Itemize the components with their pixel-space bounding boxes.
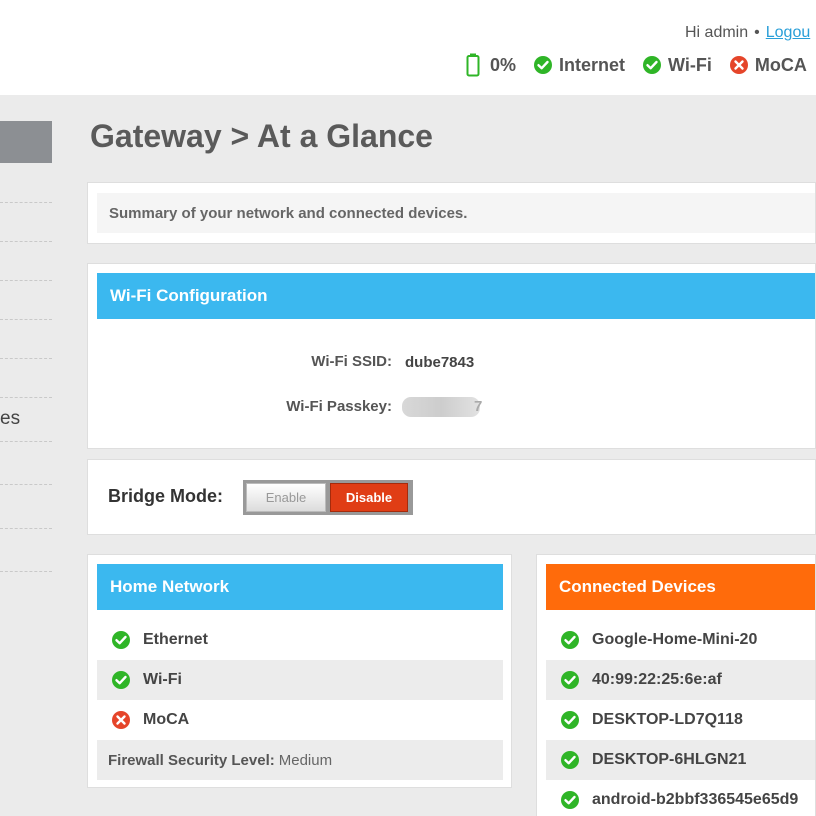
device-row[interactable]: DESKTOP-6HLGN21 [546, 740, 815, 780]
sidebar-divider [0, 484, 52, 485]
wifi-config-panel: Wi-Fi Configuration Wi-Fi SSID: dube7843… [87, 263, 816, 449]
wifi-config-header: Wi-Fi Configuration [97, 273, 815, 319]
list-item: Wi-Fi [97, 660, 503, 700]
check-circle-icon [561, 671, 579, 689]
moca-status: MoCA [729, 55, 807, 76]
passkey-masked-value [402, 397, 480, 417]
list-item: MoCA [97, 700, 503, 740]
sidebar-item-active[interactable] [0, 121, 52, 163]
bridge-mode-label: Bridge Mode: [108, 486, 223, 506]
device-name: DESKTOP-6HLGN21 [592, 751, 747, 768]
battery-level: 0% [490, 54, 517, 75]
separator: • [754, 24, 760, 41]
ssid-value: dube7843 [405, 354, 475, 371]
error-circle-icon [112, 711, 130, 729]
firewall-value: Medium [278, 751, 333, 769]
wifi-label: Wi-Fi [668, 54, 712, 75]
check-circle-icon [643, 56, 662, 74]
error-circle-icon [729, 56, 748, 74]
check-circle-icon [534, 56, 553, 74]
page-title: Gateway > At a Glance [90, 118, 433, 154]
sidebar-divider [0, 241, 52, 242]
summary-panel: Summary of your network and connected de… [87, 182, 816, 244]
sidebar-divider [0, 319, 52, 320]
firewall-level-row: Firewall Security Level: Medium [97, 740, 503, 780]
device-name: DESKTOP-LD7Q118 [592, 711, 743, 728]
status-bar: 0% Internet Wi-Fi MoCA [466, 53, 816, 77]
sidebar-divider [0, 280, 52, 281]
summary-text: Summary of your network and connected de… [97, 193, 815, 233]
ssid-label: Wi-Fi SSID: [311, 353, 392, 370]
list-item-label: MoCA [143, 711, 190, 728]
internet-status: Internet [533, 55, 625, 76]
check-circle-icon [112, 671, 130, 689]
logout-link[interactable]: Logou [766, 24, 811, 41]
device-name: android-b2bbf336545e65d9 [592, 791, 799, 808]
firewall-label: Firewall Security Level: [108, 751, 275, 769]
device-row[interactable]: android-b2bbf336545e65d9 [546, 780, 815, 816]
internet-label: Internet [559, 54, 626, 75]
sidebar-nav: es [0, 95, 52, 816]
passkey-label: Wi-Fi Passkey: [286, 398, 392, 415]
connected-devices-panel: Connected Devices Google-Home-Mini-20 40… [536, 554, 816, 816]
device-name: 40:99:22:25:6e:af [592, 671, 722, 688]
home-network-header: Home Network [97, 564, 503, 610]
disable-button[interactable]: Disable [330, 483, 408, 512]
sidebar-divider [0, 441, 52, 442]
user-greeting: Hi admin • Logou [685, 24, 810, 42]
sidebar-divider [0, 397, 52, 398]
sidebar-divider [0, 202, 52, 203]
top-bar: Hi admin • Logou 0% Internet Wi-Fi MoCA [0, 0, 816, 95]
device-row[interactable]: Google-Home-Mini-20 [546, 620, 815, 660]
passkey-tail: 7 [474, 398, 483, 415]
bridge-mode-toggle: Enable Disable [243, 480, 413, 515]
sidebar-divider [0, 528, 52, 529]
check-circle-icon [561, 711, 579, 729]
enable-button[interactable]: Enable [246, 483, 326, 512]
bridge-mode-panel: Bridge Mode: Enable Disable [87, 459, 816, 535]
device-row[interactable]: DESKTOP-LD7Q118 [546, 700, 815, 740]
sidebar-divider [0, 358, 52, 359]
list-item-label: Ethernet [143, 631, 208, 648]
check-circle-icon [561, 751, 579, 769]
device-name: Google-Home-Mini-20 [592, 631, 758, 648]
device-row[interactable]: 40:99:22:25:6e:af [546, 660, 815, 700]
check-circle-icon [561, 791, 579, 809]
check-circle-icon [561, 631, 579, 649]
battery-status: 0% [466, 53, 516, 77]
list-item: Ethernet [97, 620, 503, 660]
home-network-panel: Home Network Ethernet Wi-Fi MoCA Firewal… [87, 554, 512, 788]
moca-label: MoCA [754, 54, 807, 75]
list-item-label: Wi-Fi [143, 671, 182, 688]
sidebar-divider [0, 571, 52, 572]
battery-icon [466, 53, 480, 77]
check-circle-icon [112, 631, 130, 649]
wifi-status: Wi-Fi [642, 55, 712, 76]
connected-devices-header: Connected Devices [546, 564, 815, 610]
sidebar-item-label[interactable]: es [0, 408, 20, 430]
greeting-text: Hi admin [685, 24, 749, 41]
